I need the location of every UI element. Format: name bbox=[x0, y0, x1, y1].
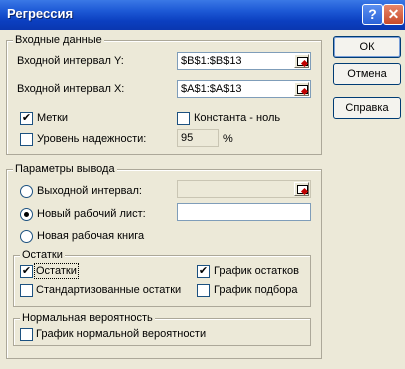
confidence-field[interactable]: 95 bbox=[177, 129, 219, 147]
confidence-label: Уровень надежности: bbox=[37, 133, 147, 145]
residual-plots-checkbox[interactable]: ✔ bbox=[197, 265, 210, 278]
range-picker-icon[interactable] bbox=[294, 182, 309, 196]
new-workbook-label: Новая рабочая книга bbox=[37, 230, 145, 242]
residuals-group: Остатки ✔ Остатки ✔ График остатков Стан… bbox=[13, 249, 311, 307]
title-bar[interactable]: Регрессия ? ✕ bbox=[0, 0, 405, 30]
cancel-button[interactable]: Отмена bbox=[333, 63, 401, 85]
labels-label: Метки bbox=[37, 112, 69, 124]
output-range-field[interactable] bbox=[177, 180, 311, 198]
help-button[interactable]: Справка bbox=[333, 97, 401, 119]
confidence-checkbox[interactable] bbox=[20, 133, 33, 146]
normal-plot-label: График нормальной вероятности bbox=[36, 328, 207, 340]
group-title-output: Параметры вывода bbox=[13, 163, 117, 175]
labels-checkbox[interactable]: ✔ bbox=[20, 112, 33, 125]
constant-zero-label: Константа - ноль bbox=[194, 112, 281, 124]
y-range-label: Входной интервал Y: bbox=[17, 55, 124, 67]
constant-zero-checkbox[interactable] bbox=[177, 112, 190, 125]
new-workbook-radio[interactable] bbox=[20, 230, 33, 243]
input-data-group: Входные данные Входной интервал Y: $B$1:… bbox=[6, 34, 322, 155]
confidence-value: 95 bbox=[181, 132, 194, 144]
x-range-field[interactable]: $A$1:$A$13 bbox=[177, 80, 311, 98]
y-range-value: $B$1:$B$13 bbox=[181, 55, 242, 67]
residuals-label: Остатки bbox=[34, 263, 79, 279]
residuals-checkbox[interactable]: ✔ bbox=[20, 265, 33, 278]
group-title-residuals: Остатки bbox=[20, 249, 65, 261]
new-sheet-radio[interactable] bbox=[20, 208, 33, 221]
line-fit-plots-checkbox[interactable] bbox=[197, 284, 210, 297]
line-fit-plots-label: График подбора bbox=[214, 284, 298, 296]
standardized-residuals-checkbox[interactable] bbox=[20, 284, 33, 297]
percent-label: % bbox=[223, 133, 233, 145]
normal-probability-group: Нормальная вероятность График нормальной… bbox=[13, 312, 311, 346]
output-range-radio[interactable] bbox=[20, 185, 33, 198]
output-range-label: Выходной интервал: bbox=[37, 185, 142, 197]
x-range-label: Входной интервал X: bbox=[17, 83, 125, 95]
group-title-normal: Нормальная вероятность bbox=[20, 312, 155, 324]
range-picker-icon[interactable] bbox=[294, 54, 309, 68]
regression-dialog: Регрессия ? ✕ Входные данные Входной инт… bbox=[0, 0, 405, 369]
help-icon[interactable]: ? bbox=[362, 4, 383, 25]
x-range-value: $A$1:$A$13 bbox=[181, 83, 242, 95]
new-sheet-field[interactable] bbox=[177, 203, 311, 221]
range-picker-icon[interactable] bbox=[294, 82, 309, 96]
normal-plot-checkbox[interactable] bbox=[20, 328, 33, 341]
group-title-input: Входные данные bbox=[13, 34, 104, 46]
dialog-title: Регрессия bbox=[7, 6, 74, 21]
output-options-group: Параметры вывода Выходной интервал: Новы… bbox=[6, 163, 322, 359]
y-range-field[interactable]: $B$1:$B$13 bbox=[177, 52, 311, 70]
residual-plots-label: График остатков bbox=[214, 265, 299, 277]
new-sheet-label: Новый рабочий лист: bbox=[37, 208, 146, 220]
ok-button[interactable]: ОК bbox=[333, 36, 401, 58]
standardized-residuals-label: Стандартизованные остатки bbox=[36, 284, 182, 296]
close-icon[interactable]: ✕ bbox=[383, 4, 404, 25]
help-button-label: Справка bbox=[345, 102, 389, 114]
